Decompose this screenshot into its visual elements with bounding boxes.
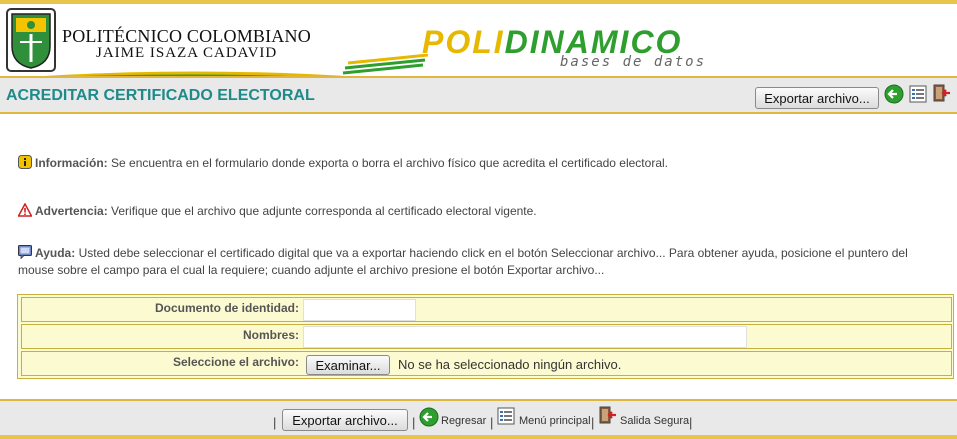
main-menu-icon[interactable] (908, 84, 928, 104)
footer-separator: | (689, 415, 693, 430)
title-bar: ACREDITAR CERTIFICADO ELECTORAL Exportar… (0, 76, 957, 114)
polidinamico-logo: POLIDINAMICO bases de datos (340, 24, 760, 80)
main-menu-icon[interactable] (496, 406, 516, 426)
export-file-button-bottom[interactable]: Exportar archivo... (282, 409, 408, 431)
form-row-names: Nombres: (21, 324, 952, 349)
info-icon (18, 155, 32, 169)
footer-separator: | (591, 415, 595, 430)
institution-subname: JAIME ISAZA CADAVID (96, 45, 278, 61)
secure-exit-link[interactable]: Salida Segura (620, 415, 689, 427)
help-icon (18, 245, 32, 259)
back-arrow-icon[interactable] (419, 407, 439, 427)
logo-tagline: bases de datos (560, 54, 707, 70)
form-row-file: Seleccione el archivo: Examinar... No se… (21, 351, 952, 376)
document-label: Documento de identidad: (155, 301, 299, 315)
secure-exit-icon[interactable] (931, 83, 951, 103)
header: POLITÉCNICO COLOMBIANO JAIME ISAZA CADAV… (0, 4, 957, 79)
warning-text: Verifique que el archivo que adjunte cor… (107, 204, 537, 218)
page-title: ACREDITAR CERTIFICADO ELECTORAL (6, 87, 315, 104)
footer-separator: | (490, 415, 494, 430)
footer-separator: | (412, 415, 416, 430)
back-link[interactable]: Regresar (441, 415, 486, 427)
file-status-text: No se ha seleccionado ningún archivo. (398, 357, 622, 372)
warning-label: Advertencia: (35, 204, 108, 218)
bottom-border (0, 435, 957, 439)
form-row-document: Documento de identidad: (21, 297, 952, 322)
main-menu-link[interactable]: Menú principal (519, 415, 591, 427)
institution-name: POLITÉCNICO COLOMBIANO (62, 26, 311, 46)
secure-exit-icon[interactable] (597, 405, 617, 425)
names-field[interactable] (303, 326, 747, 348)
warning-message: Advertencia: Verifique que el archivo qu… (18, 203, 938, 220)
help-label: Ayuda: (35, 246, 76, 260)
institution-shield-icon (6, 8, 56, 72)
document-id-field[interactable] (303, 299, 416, 321)
info-label: Información: (35, 156, 108, 170)
warning-icon (18, 203, 32, 217)
help-message: Ayuda: Usted debe seleccionar el certifi… (18, 245, 943, 279)
logo-speed-lines (342, 54, 429, 75)
back-arrow-icon[interactable] (884, 84, 904, 104)
logo-part-poli: POLI (422, 24, 505, 60)
export-file-button-top[interactable]: Exportar archivo... (755, 87, 879, 109)
browse-file-button[interactable]: Examinar... (306, 355, 390, 375)
file-label: Seleccione el archivo: (172, 355, 299, 369)
info-text: Se encuentra en el formulario donde expo… (107, 156, 668, 170)
footer-separator: | (273, 415, 277, 430)
info-message: Información: Se encuentra en el formular… (18, 155, 938, 172)
footer-bar: | Exportar archivo... | Regresar | Menú … (0, 399, 957, 439)
names-label: Nombres: (242, 328, 299, 342)
help-text: Usted debe seleccionar el certificado di… (18, 246, 908, 277)
certificate-form: Documento de identidad: Nombres: Selecci… (17, 294, 954, 379)
